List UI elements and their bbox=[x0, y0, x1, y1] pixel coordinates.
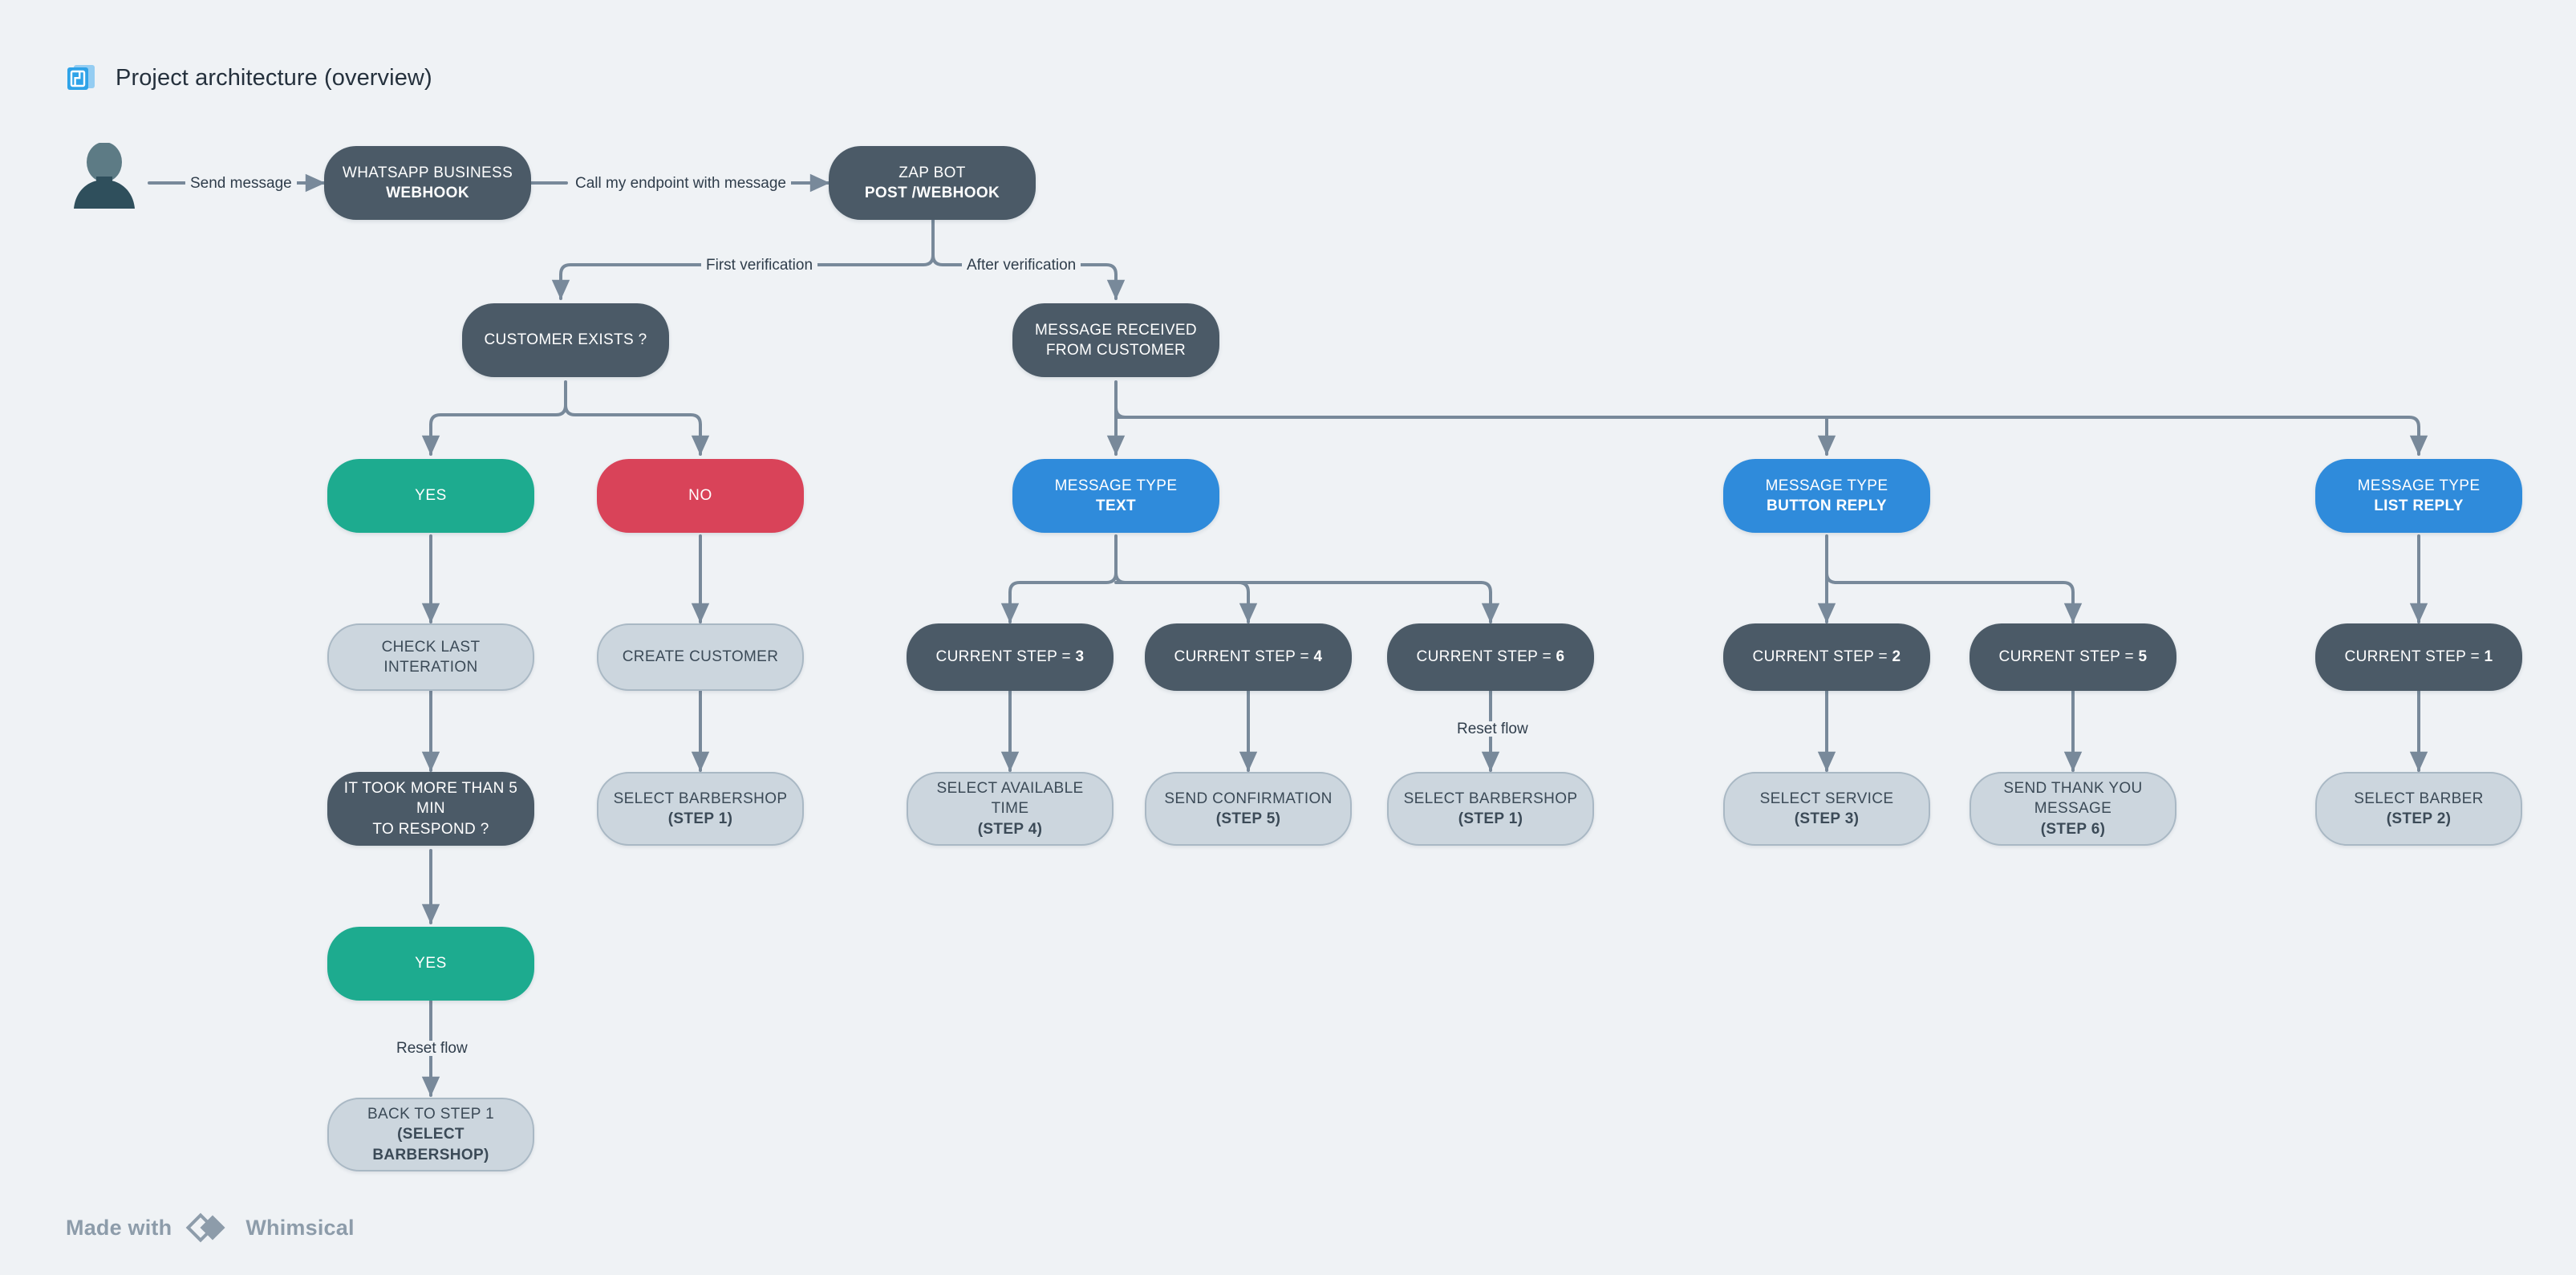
node-line-1: CURRENT STEP = 2 bbox=[1753, 647, 1901, 667]
node-line-2: (SELECT BARBERSHOP) bbox=[372, 1126, 489, 1163]
node-yes-customer-exists[interactable]: YES bbox=[327, 459, 534, 533]
node-zap-bot[interactable]: ZAP BOT POST /WEBHOOK bbox=[829, 146, 1036, 220]
node-took-more-than-5-min[interactable]: IT TOOK MORE THAN 5 MIN TO RESPOND ? bbox=[327, 772, 534, 846]
cs-prefix: CURRENT STEP = bbox=[1752, 648, 1892, 666]
node-line-1: SELECT BARBERSHOP bbox=[613, 790, 788, 807]
node-line-1: CURRENT STEP = 1 bbox=[2345, 647, 2493, 667]
cs-value: 4 bbox=[1313, 648, 1323, 666]
node-line-1: YES bbox=[415, 955, 447, 972]
node-select-barber[interactable]: SELECT BARBER (STEP 2) bbox=[2315, 772, 2522, 846]
node-check-last-interation[interactable]: CHECK LAST INTERATION bbox=[327, 623, 534, 691]
node-line-1: WHATSAPP BUSINESS bbox=[342, 164, 513, 181]
node-line-2: (STEP 5) bbox=[1215, 810, 1281, 827]
cs-value: 6 bbox=[1556, 648, 1565, 666]
node-line-2: BUTTON REPLY bbox=[1767, 497, 1887, 514]
node-line-2: (STEP 1) bbox=[1458, 810, 1523, 827]
footer-brand-label: Whimsical bbox=[245, 1215, 355, 1240]
node-line-1: CUSTOMER EXISTS ? bbox=[484, 331, 647, 349]
node-current-step-4[interactable]: CURRENT STEP = 4 bbox=[1145, 623, 1352, 691]
node-line-2: POST /WEBHOOK bbox=[864, 185, 1000, 201]
node-select-barbershop-step-1-mid[interactable]: SELECT BARBERSHOP (STEP 1) bbox=[1387, 772, 1594, 846]
cs-value: 2 bbox=[1892, 648, 1901, 666]
node-line-2: LIST REPLY bbox=[2374, 497, 2464, 514]
node-line-1: SELECT BARBERSHOP bbox=[1403, 790, 1578, 807]
node-current-step-1[interactable]: CURRENT STEP = 1 bbox=[2315, 623, 2522, 691]
node-line-2: (STEP 1) bbox=[667, 810, 733, 827]
node-create-customer[interactable]: CREATE CUSTOMER bbox=[597, 623, 804, 691]
edge-label-reset-flow-left: Reset flow bbox=[391, 1041, 473, 1056]
node-select-barbershop-step-1-left[interactable]: SELECT BARBERSHOP (STEP 1) bbox=[597, 772, 804, 846]
node-line-2: (STEP 6) bbox=[2040, 820, 2106, 838]
node-yes-took-more-than-5-min[interactable]: YES bbox=[327, 927, 534, 1001]
node-current-step-3[interactable]: CURRENT STEP = 3 bbox=[907, 623, 1114, 691]
edge-label-call-endpoint: Call my endpoint with message bbox=[570, 176, 791, 191]
page-header: Project architecture (overview) bbox=[66, 63, 432, 93]
node-line-1: CURRENT STEP = 5 bbox=[1999, 647, 2148, 667]
edge-label-first-verification: First verification bbox=[701, 258, 818, 273]
node-line-1: MESSAGE TYPE bbox=[1765, 477, 1888, 494]
node-current-step-5[interactable]: CURRENT STEP = 5 bbox=[1970, 623, 2176, 691]
node-line-2: TEXT bbox=[1096, 497, 1136, 514]
cs-prefix: CURRENT STEP = bbox=[2344, 648, 2485, 666]
cs-prefix: CURRENT STEP = bbox=[1174, 648, 1314, 666]
node-whatsapp-business-webhook[interactable]: WHATSAPP BUSINESS WEBHOOK bbox=[324, 146, 531, 220]
footer-made-with-label: Made with bbox=[66, 1215, 172, 1240]
node-customer-exists[interactable]: CUSTOMER EXISTS ? bbox=[462, 303, 669, 377]
node-line-1: YES bbox=[415, 487, 447, 505]
cs-value: 3 bbox=[1075, 648, 1085, 666]
node-send-thank-you-message[interactable]: SEND THANK YOU MESSAGE (STEP 6) bbox=[1970, 772, 2176, 846]
node-current-step-2[interactable]: CURRENT STEP = 2 bbox=[1723, 623, 1930, 691]
person-avatar bbox=[66, 142, 143, 209]
node-line-2: (STEP 2) bbox=[2386, 810, 2452, 827]
node-message-received-from-customer[interactable]: MESSAGE RECEIVED FROM CUSTOMER bbox=[1012, 303, 1219, 377]
cs-value: 5 bbox=[2138, 648, 2148, 666]
node-line-1: CHECK LAST INTERATION bbox=[381, 638, 481, 676]
node-line-1: MESSAGE TYPE bbox=[1054, 477, 1178, 494]
node-line-1: SEND THANK YOU MESSAGE bbox=[2003, 780, 2143, 818]
node-message-type-text[interactable]: MESSAGE TYPE TEXT bbox=[1012, 459, 1219, 533]
node-line-1: CREATE CUSTOMER bbox=[622, 648, 779, 666]
node-line-1: SEND CONFIRMATION bbox=[1164, 790, 1333, 807]
node-line-1: SELECT BARBER bbox=[2354, 790, 2484, 807]
node-send-confirmation[interactable]: SEND CONFIRMATION (STEP 5) bbox=[1145, 772, 1352, 846]
node-line-1: CURRENT STEP = 3 bbox=[936, 647, 1085, 667]
diagram-canvas: Project architecture (overview) WHATSAPP… bbox=[0, 0, 2576, 1275]
node-line-1: MESSAGE RECEIVED bbox=[1035, 321, 1197, 339]
node-select-service[interactable]: SELECT SERVICE (STEP 3) bbox=[1723, 772, 1930, 846]
node-line-2: (STEP 3) bbox=[1794, 810, 1860, 827]
node-line-1: BACK TO STEP 1 bbox=[367, 1106, 495, 1123]
node-line-1: SELECT AVAILABLE TIME bbox=[936, 780, 1084, 818]
node-line-1: MESSAGE TYPE bbox=[2357, 477, 2481, 494]
node-line-2: (STEP 4) bbox=[977, 820, 1043, 838]
node-no-customer-exists[interactable]: NO bbox=[597, 459, 804, 533]
edge-label-reset-flow-mid: Reset flow bbox=[1452, 721, 1533, 737]
edge-label-send-message: Send message bbox=[185, 176, 297, 191]
node-select-available-time[interactable]: SELECT AVAILABLE TIME (STEP 4) bbox=[907, 772, 1114, 846]
node-line-2: FROM CUSTOMER bbox=[1045, 342, 1187, 359]
whimsical-diamond-icon bbox=[185, 1212, 233, 1244]
edge-label-after-verification: After verification bbox=[962, 258, 1081, 273]
node-line-2: TO RESPOND ? bbox=[372, 820, 489, 838]
node-line-1: NO bbox=[688, 487, 712, 505]
node-back-to-step-1[interactable]: BACK TO STEP 1 (SELECT BARBERSHOP) bbox=[327, 1098, 534, 1171]
node-line-1: CURRENT STEP = 4 bbox=[1174, 647, 1323, 667]
node-message-type-button-reply[interactable]: MESSAGE TYPE BUTTON REPLY bbox=[1723, 459, 1930, 533]
cs-value: 1 bbox=[2484, 648, 2493, 666]
cs-prefix: CURRENT STEP = bbox=[1416, 648, 1556, 666]
node-line-1: IT TOOK MORE THAN 5 MIN bbox=[343, 780, 518, 818]
node-line-1: ZAP BOT bbox=[899, 164, 966, 181]
node-line-2: WEBHOOK bbox=[386, 185, 469, 201]
page-title: Project architecture (overview) bbox=[116, 64, 432, 91]
node-line-1: SELECT SERVICE bbox=[1759, 790, 1894, 807]
footer-made-with-whimsical[interactable]: Made with Whimsical bbox=[66, 1212, 355, 1244]
blueprint-icon bbox=[66, 63, 96, 93]
cs-prefix: CURRENT STEP = bbox=[1998, 648, 2139, 666]
cs-prefix: CURRENT STEP = bbox=[935, 648, 1076, 666]
node-message-type-list-reply[interactable]: MESSAGE TYPE LIST REPLY bbox=[2315, 459, 2522, 533]
node-current-step-6[interactable]: CURRENT STEP = 6 bbox=[1387, 623, 1594, 691]
node-line-1: CURRENT STEP = 6 bbox=[1417, 647, 1565, 667]
